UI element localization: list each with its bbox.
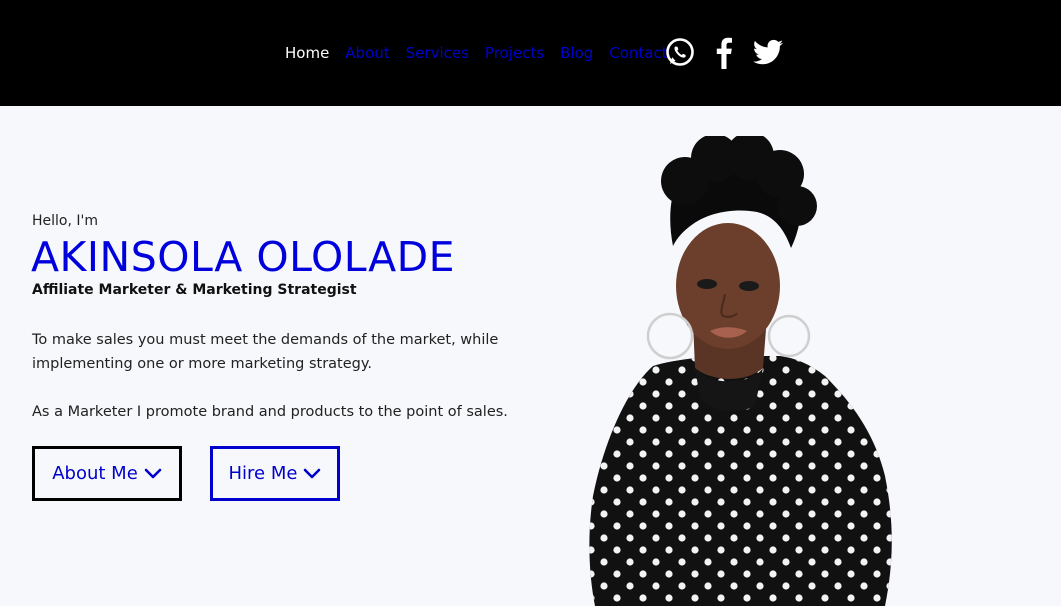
facebook-icon[interactable] <box>708 34 740 70</box>
chevron-down-icon <box>304 468 321 478</box>
about-me-label: About Me <box>52 463 138 484</box>
nav-link-contact[interactable]: Contact <box>609 43 667 63</box>
greeting-text: Hello, I'm <box>32 213 99 229</box>
hero-role: Affiliate Marketer & Marketing Strategis… <box>32 282 357 298</box>
about-me-button[interactable]: About Me <box>32 446 182 501</box>
chevron-down-icon <box>144 468 162 478</box>
hire-me-label: Hire Me <box>228 463 298 484</box>
nav-link-home[interactable]: Home <box>285 43 329 63</box>
hire-me-button[interactable]: Hire Me <box>210 446 340 501</box>
social-icons <box>664 34 784 70</box>
nav-link-blog[interactable]: Blog <box>560 43 593 63</box>
nav-link-projects[interactable]: Projects <box>485 43 544 63</box>
top-navbar: Home About Services Projects Blog Contac… <box>0 0 1061 106</box>
profile-photo <box>589 136 892 606</box>
nav-links: Home About Services Projects Blog Contac… <box>285 43 668 63</box>
hero-name: AKINSOLA OLOLADE <box>31 233 456 281</box>
twitter-icon[interactable] <box>752 34 784 70</box>
nav-link-services[interactable]: Services <box>406 43 469 63</box>
hero-paragraph-1: To make sales you must meet the demands … <box>32 332 499 372</box>
nav-link-about[interactable]: About <box>345 43 389 63</box>
hero-paragraph-2: As a Marketer I promote brand and produc… <box>32 404 508 420</box>
whatsapp-icon[interactable] <box>664 34 696 70</box>
hero-section: Hello, I'm AKINSOLA OLOLADE Affiliate Ma… <box>0 106 1061 606</box>
